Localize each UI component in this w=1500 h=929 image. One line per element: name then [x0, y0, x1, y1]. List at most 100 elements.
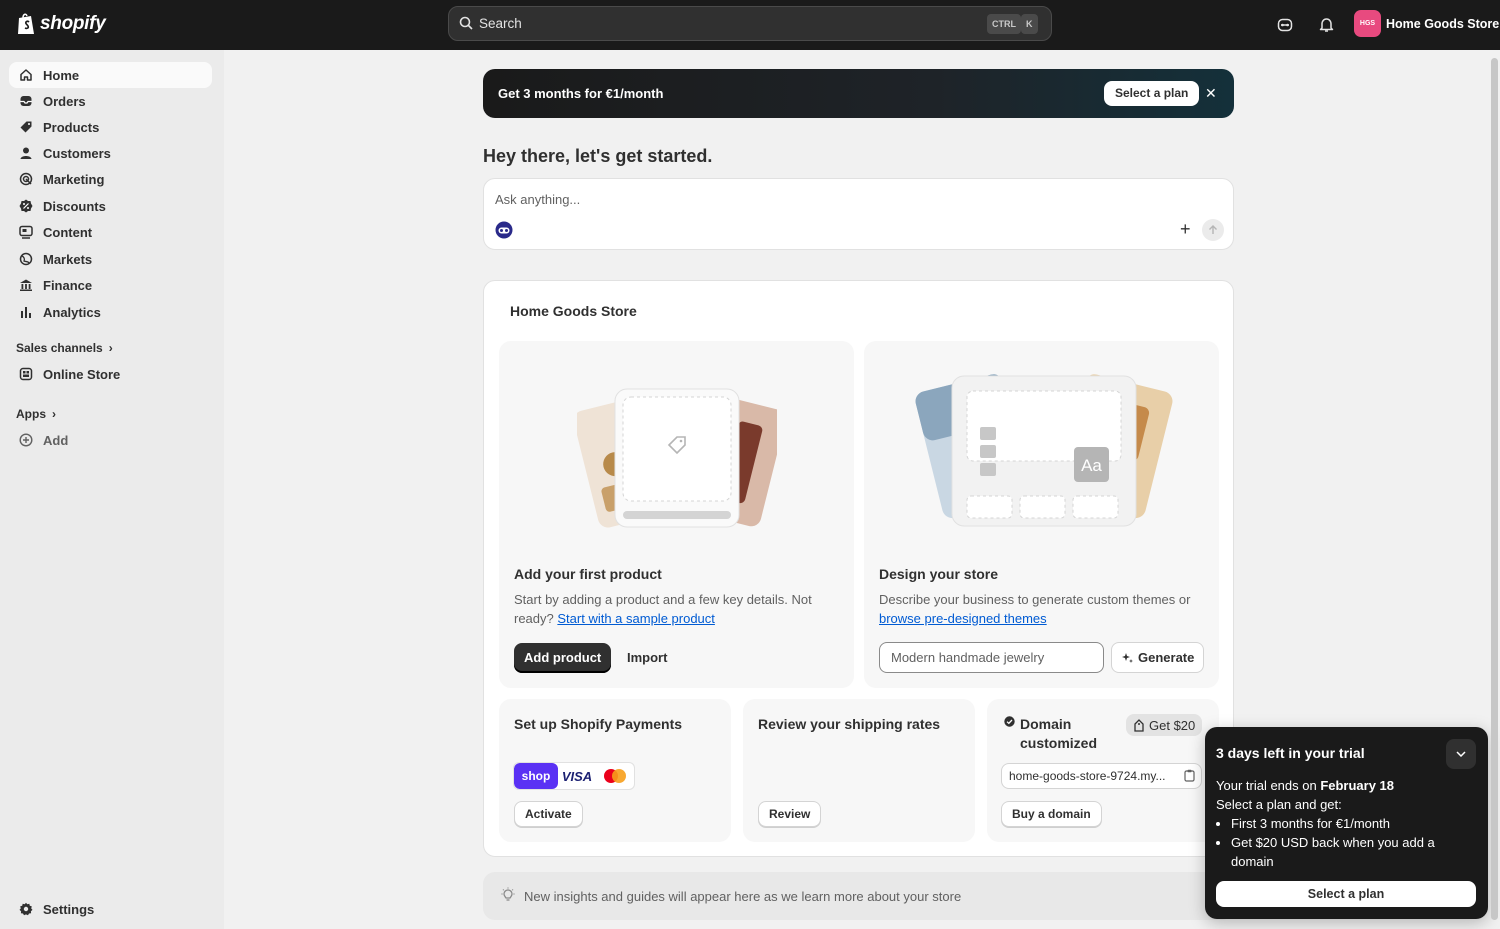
collapse-button[interactable] — [1446, 739, 1476, 769]
scrollbar[interactable] — [1491, 58, 1498, 920]
store-switcher[interactable]: HGS Home Goods Store — [1354, 10, 1499, 37]
bank-icon — [18, 277, 34, 293]
buy-domain-button[interactable]: Buy a domain — [1001, 801, 1102, 827]
sidebar-item-label: Markets — [43, 251, 93, 267]
sample-product-link[interactable]: Start with a sample product — [557, 611, 715, 626]
shortcut-ctrl: CTRL — [987, 14, 1021, 34]
sidebar-item-products[interactable]: Products — [9, 114, 212, 140]
domain-value: home-goods-store-9724.my... — [1009, 769, 1166, 783]
sidebar-item-online-store[interactable]: Online Store — [9, 361, 212, 387]
sidebar-item-add-app[interactable]: Add — [9, 427, 212, 453]
design-store-desc-text: Describe your business to generate custo… — [879, 592, 1191, 607]
banner-select-plan-button[interactable]: Select a plan — [1104, 81, 1200, 106]
send-button[interactable] — [1202, 219, 1224, 241]
sidebar-item-label: Orders — [43, 93, 86, 109]
generate-button[interactable]: Generate — [1111, 642, 1205, 673]
target-icon — [18, 171, 34, 187]
sidebar-item-label: Home — [43, 67, 80, 83]
visa-logo: VISA — [561, 768, 593, 784]
sidebar-item-label: Discounts — [43, 198, 106, 214]
import-button[interactable]: Import — [627, 650, 667, 665]
shopify-logo[interactable]: shopify — [16, 12, 106, 36]
theme-prompt-input[interactable]: Modern handmade jewelry — [879, 642, 1104, 673]
lightbulb-icon — [501, 887, 515, 901]
domain-field[interactable]: home-goods-store-9724.my... — [1001, 763, 1202, 789]
payments-title: Set up Shopify Payments — [514, 716, 683, 732]
notifications-button[interactable] — [1315, 14, 1337, 36]
sidekick-button[interactable] — [1274, 14, 1296, 36]
shopify-bag-icon — [18, 13, 34, 34]
attach-button[interactable]: + — [1180, 219, 1191, 240]
banner-text: Get 3 months for €1/month — [498, 86, 664, 101]
close-icon[interactable]: ✕ — [1205, 85, 1217, 102]
trial-benefit: Get $20 USD back when you add a domain — [1231, 833, 1476, 871]
trial-body: Your trial ends on February 18 Select a … — [1216, 776, 1476, 871]
setup-card: Home Goods Store Add your first product … — [483, 280, 1234, 857]
sidebar-item-finance[interactable]: Finance — [9, 272, 212, 298]
sidebar-item-analytics[interactable]: Analytics — [9, 299, 212, 325]
sidebar-item-discounts[interactable]: Discounts — [9, 193, 212, 219]
apps-header[interactable]: Apps › — [16, 407, 56, 421]
add-product-desc: Start by adding a product and a few key … — [514, 590, 834, 628]
person-icon — [18, 145, 34, 161]
sidekick-icon — [1277, 18, 1293, 32]
sidebar-item-orders[interactable]: Orders — [9, 88, 212, 114]
shortcut-k: K — [1021, 14, 1038, 34]
design-store-tile: Aa Design your store Describe your busin… — [864, 341, 1219, 688]
store-title: Home Goods Store — [510, 303, 637, 319]
search-icon — [459, 16, 473, 30]
sidebar-item-marketing[interactable]: Marketing — [9, 166, 212, 192]
sidebar-item-label: Add — [43, 432, 69, 448]
review-button[interactable]: Review — [758, 801, 822, 827]
chart-icon — [18, 304, 34, 320]
browse-themes-link[interactable]: browse pre-designed themes — [879, 611, 1047, 626]
page-title: Hey there, let's get started. — [483, 146, 713, 166]
sidebar-item-label: Analytics — [43, 304, 101, 320]
sidebar-item-label: Marketing — [43, 171, 105, 187]
mastercard-logo — [596, 763, 634, 789]
sidebar-item-label: Customers — [43, 145, 111, 161]
promo-banner: Get 3 months for €1/month Select a plan … — [483, 69, 1234, 118]
shipping-title: Review your shipping rates — [758, 716, 941, 732]
gift-tag-icon — [1134, 718, 1144, 732]
insights-text: New insights and guides will appear here… — [524, 889, 962, 904]
trial-select-plan-button[interactable]: Select a plan — [1216, 881, 1476, 907]
sidebar-item-content[interactable]: Content — [9, 219, 212, 245]
sidebar-item-label: Finance — [43, 277, 93, 293]
store-icon — [18, 366, 34, 382]
sidebar-item-label: Online Store — [43, 366, 121, 382]
add-product-tile: Add your first product Start by adding a… — [499, 341, 854, 688]
activate-button[interactable]: Activate — [514, 801, 583, 827]
sales-channels-header[interactable]: Sales channels › — [16, 341, 113, 355]
inbox-icon — [18, 93, 34, 109]
trial-select-line: Select a plan and get: — [1216, 797, 1342, 812]
sales-channels-label: Sales channels — [16, 341, 103, 355]
sidebar-item-markets[interactable]: Markets — [9, 246, 212, 272]
add-product-button[interactable]: Add product — [514, 643, 612, 673]
trial-ends-date: February 18 — [1320, 778, 1395, 793]
apps-label: Apps — [16, 407, 46, 421]
copy-icon[interactable] — [1184, 769, 1195, 782]
sidebar-item-settings[interactable]: Settings — [9, 896, 212, 922]
ask-box[interactable]: Ask anything... + — [483, 178, 1234, 250]
globe-icon — [18, 251, 34, 267]
search-bar[interactable]: Search CTRL K — [448, 6, 1052, 41]
theme-illustration: Aa — [915, 374, 1173, 527]
sidebar-item-label: Products — [43, 119, 100, 135]
sparkle-icon — [1122, 653, 1133, 663]
shop-pay-logo: shop — [514, 763, 558, 789]
gear-icon — [18, 901, 34, 917]
generate-label: Generate — [1138, 650, 1195, 665]
get-20-label: Get $20 — [1149, 717, 1196, 733]
sidebar: Home Orders Products Customers Marketing… — [0, 50, 224, 929]
sidebar-item-home[interactable]: Home — [9, 62, 212, 88]
ask-input[interactable]: Ask anything... — [495, 192, 580, 207]
store-avatar: HGS — [1354, 10, 1381, 37]
discount-icon — [18, 198, 34, 214]
get-20-badge[interactable]: Get $20 — [1126, 714, 1203, 736]
check-circle-icon — [1004, 716, 1015, 727]
trial-popover: 3 days left in your trial Your trial end… — [1205, 727, 1488, 919]
sidebar-item-label: Content — [43, 224, 93, 240]
sidebar-item-label: Settings — [43, 901, 95, 917]
sidebar-item-customers[interactable]: Customers — [9, 140, 212, 166]
